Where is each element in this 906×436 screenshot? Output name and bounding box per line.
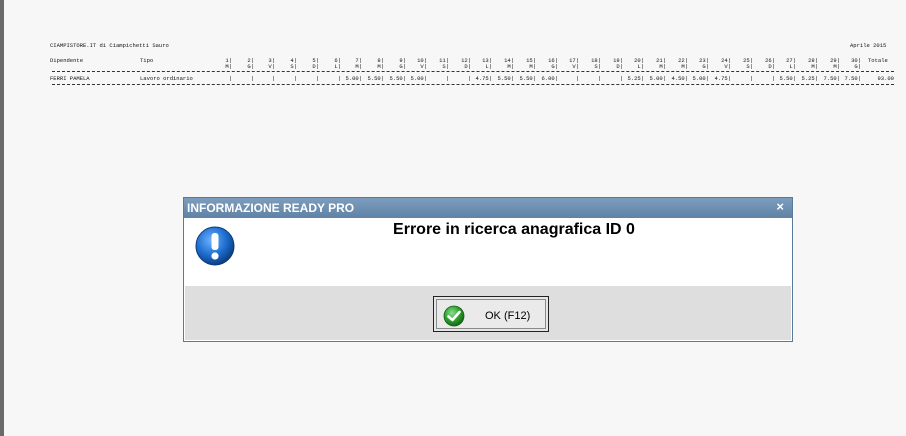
hours-cell: 5.50| xyxy=(389,75,406,82)
hours-cell: 5.25| xyxy=(801,75,818,82)
weekday-cell: G| xyxy=(551,63,558,70)
employee-work-type: Lavoro ordinario xyxy=(140,75,193,82)
weekday-cell: M| xyxy=(811,63,818,70)
col-header-employee: Dipendente xyxy=(50,57,84,64)
ok-button[interactable]: OK (F12) xyxy=(433,296,549,332)
hours-cell: | xyxy=(250,75,254,82)
weekday-cell: M| xyxy=(659,63,666,70)
hours-cell: | xyxy=(315,75,319,82)
hours-cell: | xyxy=(271,75,275,82)
weekday-cell: S| xyxy=(746,63,753,70)
weekday-cell: V| xyxy=(268,63,275,70)
hours-cell: | xyxy=(771,75,775,82)
close-icon[interactable]: × xyxy=(776,200,784,214)
hours-cell: | xyxy=(467,75,471,82)
header-divider xyxy=(52,71,894,72)
weekday-cell: M| xyxy=(507,63,514,70)
dialog-titlebar: INFORMAZIONE READY PRO × xyxy=(184,198,792,218)
dialog-footer: OK (F12) xyxy=(185,286,791,340)
company-name: CIAMPISTORE.IT di Ciampichetti Sauro xyxy=(50,42,169,49)
weekday-cell: L| xyxy=(334,63,341,70)
weekday-cell: S| xyxy=(594,63,601,70)
weekday-cell: D| xyxy=(768,63,775,70)
hours-cell: | xyxy=(597,75,601,82)
hours-cell: 4.75| xyxy=(475,75,492,82)
ok-button-frame: OK (F12) xyxy=(436,299,546,329)
weekday-cell: G| xyxy=(399,63,406,70)
weekday-cell: M| xyxy=(529,63,536,70)
dialog-message: Errore in ricerca anagrafica ID 0 xyxy=(393,221,635,238)
col-header-type: Tipo xyxy=(140,57,154,64)
weekday-cell: S| xyxy=(442,63,449,70)
hours-cell: | xyxy=(575,75,579,82)
weekday-cell: D| xyxy=(312,63,319,70)
hours-cell: 5.00| xyxy=(692,75,709,82)
weekday-cell: M| xyxy=(355,63,362,70)
weekday-cell: V| xyxy=(420,63,427,70)
weekday-cell: V| xyxy=(724,63,731,70)
info-dialog: INFORMAZIONE READY PRO × Errore in ricer… xyxy=(183,197,793,342)
weekday-cell: M| xyxy=(225,63,232,70)
hours-cell: | xyxy=(337,75,341,82)
weekday-cell: L| xyxy=(637,63,644,70)
weekday-cell: G| xyxy=(247,63,254,70)
row-divider xyxy=(52,84,894,85)
dialog-title: INFORMAZIONE READY PRO xyxy=(187,201,355,215)
weekday-cell: D| xyxy=(616,63,623,70)
hours-cell: 7.50| xyxy=(823,75,840,82)
weekday-cell: G| xyxy=(702,63,709,70)
hours-cell: | xyxy=(619,75,623,82)
hours-cell: | xyxy=(228,75,232,82)
weekday-cell: M| xyxy=(377,63,384,70)
hours-cell: 7.50| xyxy=(844,75,861,82)
hours-cell: | xyxy=(445,75,449,82)
ok-button-label: OK (F12) xyxy=(485,310,531,322)
weekday-cell: L| xyxy=(789,63,796,70)
row-total: 93.00 xyxy=(877,75,894,82)
employee-name: FERRI PAMELA xyxy=(50,75,90,82)
hours-cell: 4.50| xyxy=(671,75,688,82)
hours-cell: 5.25| xyxy=(627,75,644,82)
weekday-cell: S| xyxy=(290,63,297,70)
report-period: Aprile 2015 xyxy=(850,42,887,49)
hours-cell: 5.50| xyxy=(779,75,796,82)
weekday-cell: V| xyxy=(572,63,579,70)
weekday-cell: G| xyxy=(854,63,861,70)
hours-cell: 5.00| xyxy=(649,75,666,82)
hours-cell: 5.50| xyxy=(497,75,514,82)
hours-cell: 5.00| xyxy=(345,75,362,82)
check-icon xyxy=(443,305,465,327)
hours-cell: 6.00| xyxy=(541,75,558,82)
hours-cell: 5.50| xyxy=(367,75,384,82)
hours-cell: 5.00| xyxy=(410,75,427,82)
weekday-cell: L| xyxy=(485,63,492,70)
hours-cell: | xyxy=(749,75,753,82)
col-header-total: Totale xyxy=(868,57,888,64)
hours-cell: | xyxy=(293,75,297,82)
weekday-cell: M| xyxy=(833,63,840,70)
weekday-cell: D| xyxy=(464,63,471,70)
weekday-cell: M| xyxy=(681,63,688,70)
hours-cell: 5.50| xyxy=(519,75,536,82)
hours-cell: 4.75| xyxy=(714,75,731,82)
